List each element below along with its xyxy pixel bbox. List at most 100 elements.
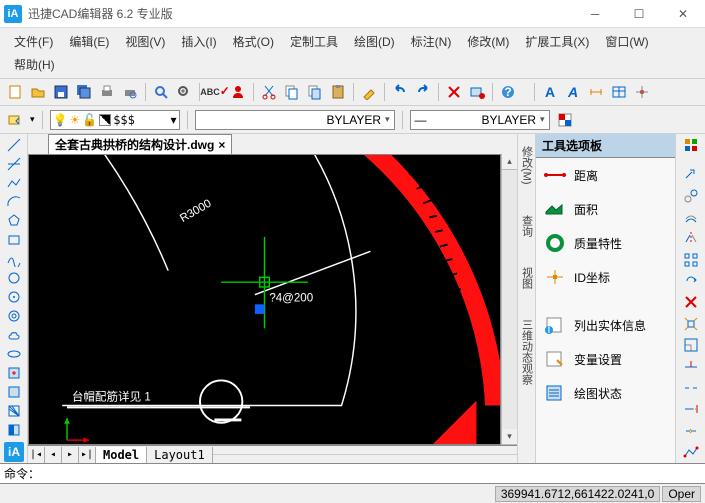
side-tab-view[interactable]: 视图 [519, 267, 535, 289]
trim-tool[interactable] [679, 357, 703, 375]
match-prop-button[interactable] [358, 81, 380, 103]
scroll-down-button[interactable]: ▾ [502, 429, 517, 445]
command-line[interactable]: 命令： [0, 463, 705, 483]
drawing-canvas[interactable]: R3000 ?4@200 台帽配筋详见 1 [28, 154, 501, 445]
pedit-tool[interactable] [679, 443, 703, 461]
gradient-tool[interactable] [2, 421, 26, 439]
palette-item-area[interactable]: 面积 [536, 192, 675, 226]
polyline-tool[interactable] [2, 174, 26, 192]
vertical-scrollbar[interactable]: ▴ ▾ [501, 154, 517, 445]
copy-button[interactable] [281, 81, 303, 103]
new-file-button[interactable] [4, 81, 26, 103]
array-tool[interactable] [679, 251, 703, 269]
palette-item-mass[interactable]: 质量特性 [536, 226, 675, 260]
tab-prev-button[interactable]: ◂ [45, 447, 62, 463]
menu-help[interactable]: 帮助(H) [6, 53, 63, 76]
extend-tool[interactable] [679, 400, 703, 418]
scale-tool[interactable] [679, 336, 703, 354]
block-tool[interactable] [2, 383, 26, 401]
oops-button[interactable] [466, 81, 488, 103]
scroll-up-button[interactable]: ▴ [502, 154, 517, 170]
rotate-tool[interactable] [679, 272, 703, 290]
join-tool[interactable] [679, 421, 703, 439]
point-style-button[interactable] [631, 81, 653, 103]
palette-item-list[interactable]: i 列出实体信息 [536, 308, 675, 342]
undo-button[interactable] [389, 81, 411, 103]
palette-item-status[interactable]: 绘图状态 [536, 376, 675, 410]
app-logo-corner[interactable]: iA [2, 441, 26, 463]
close-button[interactable]: ✕ [661, 0, 705, 28]
cut-button[interactable] [258, 81, 280, 103]
donut-tool[interactable] [2, 307, 26, 325]
text-style-a2-button[interactable]: A [562, 81, 584, 103]
spell-check-button[interactable]: ABC✓ [204, 81, 226, 103]
tab-first-button[interactable]: |◂ [28, 447, 45, 463]
text-style-a-button[interactable]: A [539, 81, 561, 103]
side-tab-inquiry[interactable]: 查询 [519, 215, 535, 237]
copy-ex-button[interactable] [304, 81, 326, 103]
layer-dropdown[interactable]: 💡 ☀ 🔓 $$$ ▾ [50, 110, 180, 130]
ellipse-tool[interactable] [2, 345, 26, 363]
save-all-button[interactable] [73, 81, 95, 103]
tab-model[interactable]: Model [96, 447, 147, 463]
maximize-button[interactable]: ☐ [617, 0, 661, 28]
lineweight-dropdown[interactable]: —BYLAYER▾ [410, 110, 550, 130]
layer-prev-button[interactable] [4, 109, 26, 131]
linetype-dropdown[interactable]: BYLAYER▾ [195, 110, 395, 130]
tab-last-button[interactable]: ▸| [79, 447, 96, 463]
menu-draw[interactable]: 绘图(D) [346, 30, 403, 53]
dim-style-button[interactable] [585, 81, 607, 103]
revcloud-tool[interactable] [2, 326, 26, 344]
find-button[interactable] [150, 81, 172, 103]
menu-dimension[interactable]: 标注(N) [403, 30, 460, 53]
copy-tool[interactable] [679, 187, 703, 205]
palette-item-id[interactable]: ID坐标 [536, 260, 675, 294]
tab-next-button[interactable]: ▸ [62, 447, 79, 463]
table-style-button[interactable] [608, 81, 630, 103]
palette-item-setvar[interactable]: 变量设置 [536, 342, 675, 376]
save-button[interactable] [50, 81, 72, 103]
menu-custom-tools[interactable]: 定制工具 [282, 30, 346, 53]
rectangle-tool[interactable] [2, 231, 26, 249]
polygon-tool[interactable] [2, 212, 26, 230]
help-button[interactable]: ? [497, 81, 519, 103]
redo-button[interactable] [412, 81, 434, 103]
menu-edit[interactable]: 编辑(E) [61, 30, 117, 53]
move-tool[interactable] [679, 165, 703, 183]
status-oper[interactable]: Oper [662, 486, 701, 502]
break-tool[interactable] [679, 379, 703, 397]
menu-format[interactable]: 格式(O) [225, 30, 282, 53]
open-file-button[interactable] [27, 81, 49, 103]
user-button[interactable] [227, 81, 249, 103]
palette-toggle-button[interactable] [679, 136, 703, 154]
palette-item-distance[interactable]: 距离 [536, 158, 675, 192]
side-tab-3dorbit[interactable]: 三维动态观察 [519, 319, 535, 385]
minimize-button[interactable]: ─ [573, 0, 617, 28]
menu-view[interactable]: 视图(V) [117, 30, 173, 53]
block-insert-tool[interactable] [2, 364, 26, 382]
hatch-tool[interactable] [2, 402, 26, 420]
circle-tool[interactable] [2, 269, 26, 287]
file-tab[interactable]: 全套古典拱桥的结构设计.dwg × [48, 134, 232, 154]
line-tool[interactable] [2, 136, 26, 154]
menu-ext-tools[interactable]: 扩展工具(X) [517, 30, 597, 53]
arc-tool[interactable] [2, 193, 26, 211]
side-tab-modify[interactable]: 修改(M) [519, 146, 535, 185]
circle-centered-tool[interactable] [2, 288, 26, 306]
explode-tool[interactable] [679, 315, 703, 333]
spline-tool[interactable] [2, 250, 26, 268]
menu-file[interactable]: 文件(F) [6, 30, 61, 53]
mirror-tool[interactable] [679, 229, 703, 247]
offset-tool[interactable] [679, 208, 703, 226]
erase-button[interactable] [443, 81, 465, 103]
menu-modify[interactable]: 修改(M) [459, 30, 517, 53]
print-preview-button[interactable] [119, 81, 141, 103]
paste-button[interactable] [327, 81, 349, 103]
delete-tool[interactable] [679, 293, 703, 311]
color-picker-button[interactable] [554, 109, 576, 131]
print-button[interactable] [96, 81, 118, 103]
ray-tool[interactable] [2, 155, 26, 173]
tab-layout1[interactable]: Layout1 [147, 447, 213, 463]
file-tab-close[interactable]: × [218, 138, 225, 152]
zoom-extents-button[interactable] [173, 81, 195, 103]
